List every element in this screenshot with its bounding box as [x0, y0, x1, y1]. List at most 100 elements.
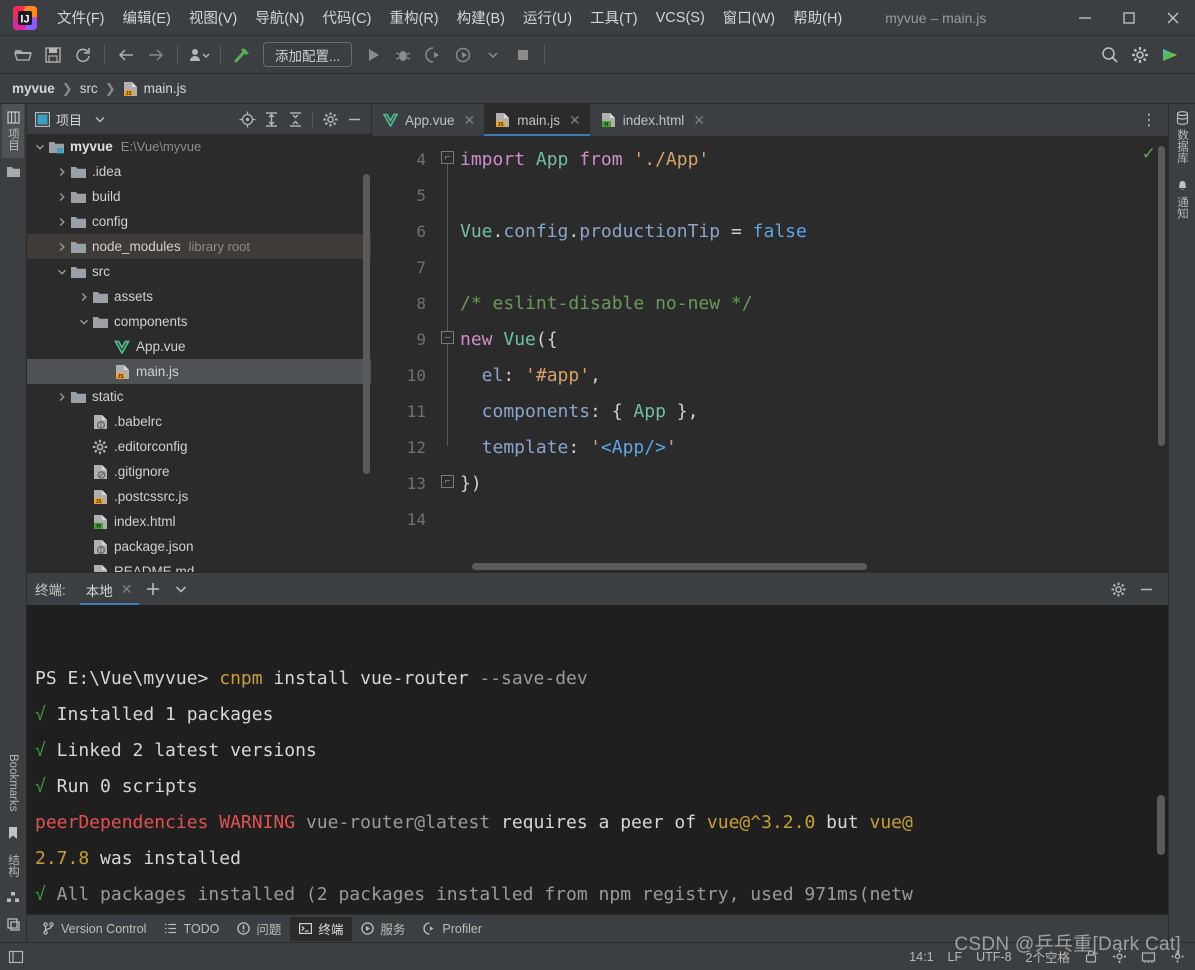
tree-node-components[interactable]: components: [27, 309, 371, 334]
menu-tools[interactable]: 工具(T): [581, 4, 647, 31]
code-line[interactable]: new Vue({: [460, 322, 1168, 358]
chevron-right-icon[interactable]: [55, 192, 69, 202]
line-separator[interactable]: LF: [948, 950, 963, 964]
code-editor[interactable]: 4 5 6 7 8 9 10 11 12 13 14 ⌐ – ⌐ import App from '…: [372, 136, 1168, 572]
tree-node-app-vue[interactable]: App.vue: [27, 334, 371, 359]
tree-node--babelrc[interactable]: .babelrc: [27, 409, 371, 434]
tool-window-services[interactable]: 服务: [352, 917, 414, 941]
indent-setting[interactable]: 2个空格: [1026, 947, 1070, 966]
run-with-coverage-icon[interactable]: [418, 41, 448, 69]
tree-node--postcssrc-js[interactable]: JS .postcssrc.js: [27, 484, 371, 509]
tree-node-index-html[interactable]: Hindex.html: [27, 509, 371, 534]
tree-node--gitignore[interactable]: .gitignore: [27, 459, 371, 484]
terminal-scrollbar[interactable]: [1157, 795, 1165, 855]
open-folder-icon[interactable]: [8, 41, 38, 69]
menu-view[interactable]: 视图(V): [180, 4, 246, 31]
chevron-down-icon[interactable]: [167, 576, 195, 602]
menu-file[interactable]: 文件(F): [48, 4, 114, 31]
chevron-right-icon[interactable]: [77, 292, 91, 302]
close-button[interactable]: [1151, 1, 1195, 35]
chevron-down-icon[interactable]: [33, 142, 47, 152]
tool-window-terminal[interactable]: 终端: [290, 916, 353, 941]
chevron-down-icon[interactable]: [94, 113, 106, 125]
sidebar-item-project[interactable]: 项目: [2, 104, 24, 158]
menu-edit[interactable]: 编辑(E): [114, 4, 180, 31]
bell-icon[interactable]: 通知: [1171, 171, 1193, 226]
debug-icon[interactable]: [388, 41, 418, 69]
run-configuration-selector[interactable]: 添加配置...: [263, 42, 353, 67]
sidebar-item-structure[interactable]: 结构: [2, 847, 24, 884]
profile-icon[interactable]: [448, 41, 478, 69]
tree-node--editorconfig[interactable]: .editorconfig: [27, 434, 371, 459]
tree-node-node-modules[interactable]: node_modules library root: [27, 234, 371, 259]
tree-node--idea[interactable]: .idea: [27, 159, 371, 184]
chevron-down-icon[interactable]: [478, 41, 508, 69]
breadcrumb-project[interactable]: myvue: [12, 81, 55, 96]
breadcrumb-folder[interactable]: src: [80, 81, 98, 96]
ide-updates-icon[interactable]: [1155, 41, 1185, 69]
plus-icon[interactable]: [139, 576, 167, 602]
hide-icon[interactable]: [1132, 576, 1160, 602]
tree-node-main-js[interactable]: JS main.js: [27, 359, 371, 384]
tree-node-myvue[interactable]: myvue E:\Vue\myvue: [27, 134, 371, 159]
menu-code[interactable]: 代码(C): [313, 4, 380, 31]
menu-refactor[interactable]: 重构(R): [380, 4, 447, 31]
code-line[interactable]: [460, 250, 1168, 286]
chevron-right-icon[interactable]: [55, 217, 69, 227]
tab-index-html[interactable]: H index.html ✕: [590, 104, 714, 136]
inspection-gear-icon[interactable]: [1112, 949, 1127, 964]
tree-node-assets[interactable]: assets: [27, 284, 371, 309]
chevron-right-icon[interactable]: [55, 392, 69, 402]
chevron-down-icon[interactable]: [77, 317, 91, 327]
code-line[interactable]: [460, 178, 1168, 214]
code-line[interactable]: template: '<App/>': [460, 430, 1168, 466]
hammer-icon[interactable]: [227, 41, 257, 69]
tree-node-build[interactable]: build: [27, 184, 371, 209]
breadcrumb-file[interactable]: main.js: [144, 81, 187, 96]
fold-marker-end[interactable]: ⌐: [441, 475, 454, 488]
gear-icon[interactable]: [319, 108, 341, 130]
sidebar-item-bookmarks[interactable]: Bookmarks: [4, 747, 22, 819]
code-line[interactable]: }): [460, 466, 1168, 502]
tool-window-problems[interactable]: 问题: [228, 917, 290, 941]
gear-icon[interactable]: [1125, 41, 1155, 69]
code-content[interactable]: import App from './App' Vue.config.produ…: [460, 136, 1168, 572]
user-profile-icon[interactable]: [184, 41, 214, 69]
close-icon[interactable]: ✕: [693, 112, 705, 129]
tool-window-todo[interactable]: TODO: [155, 917, 228, 941]
caret-position[interactable]: 14:1: [909, 950, 933, 964]
chevron-right-icon[interactable]: [55, 242, 69, 252]
editor-horizontal-scrollbar[interactable]: [472, 563, 867, 570]
close-icon[interactable]: ✕: [464, 112, 476, 129]
forward-arrow-icon[interactable]: [141, 41, 171, 69]
close-icon[interactable]: ✕: [121, 581, 133, 598]
tool-window-version-control[interactable]: Version Control: [33, 917, 155, 941]
collapse-all-icon[interactable]: [284, 108, 306, 130]
chevron-right-icon[interactable]: [55, 167, 69, 177]
show-tool-windows-icon[interactable]: [8, 949, 24, 965]
code-folding-gutter[interactable]: ⌐ – ⌐: [434, 136, 460, 572]
database-icon[interactable]: 数据库: [1171, 104, 1193, 171]
code-line[interactable]: /* eslint-disable no-new */: [460, 286, 1168, 322]
hide-icon[interactable]: [343, 108, 365, 130]
file-encoding[interactable]: UTF-8: [976, 950, 1011, 964]
tab-main-js[interactable]: JS main.js ✕: [484, 104, 590, 136]
inspections-ok-icon[interactable]: ✓: [1142, 144, 1156, 164]
maximize-button[interactable]: [1107, 1, 1151, 35]
background-tasks-icon[interactable]: [1170, 949, 1185, 964]
more-options-icon[interactable]: ⋮: [1131, 104, 1168, 136]
close-icon[interactable]: ✕: [569, 112, 581, 129]
tree-node-readme-md[interactable]: README.md: [27, 559, 371, 572]
tab-app-vue[interactable]: App.vue ✕: [372, 104, 484, 136]
code-line[interactable]: el: '#app',: [460, 358, 1168, 394]
search-icon[interactable]: [1095, 41, 1125, 69]
terminal-tab-local[interactable]: 本地 ✕: [79, 574, 139, 605]
tree-node-static[interactable]: static: [27, 384, 371, 409]
tree-node-src[interactable]: src: [27, 259, 371, 284]
locate-icon[interactable]: [236, 108, 258, 130]
code-line[interactable]: Vue.config.productionTip = false: [460, 214, 1168, 250]
terminal-output[interactable]: PS E:\Vue\myvue> cnpm install vue-router…: [27, 605, 1168, 914]
tool-window-profiler[interactable]: Profiler: [414, 917, 491, 941]
fold-marker-new-vue[interactable]: –: [441, 331, 454, 344]
run-icon[interactable]: [358, 41, 388, 69]
